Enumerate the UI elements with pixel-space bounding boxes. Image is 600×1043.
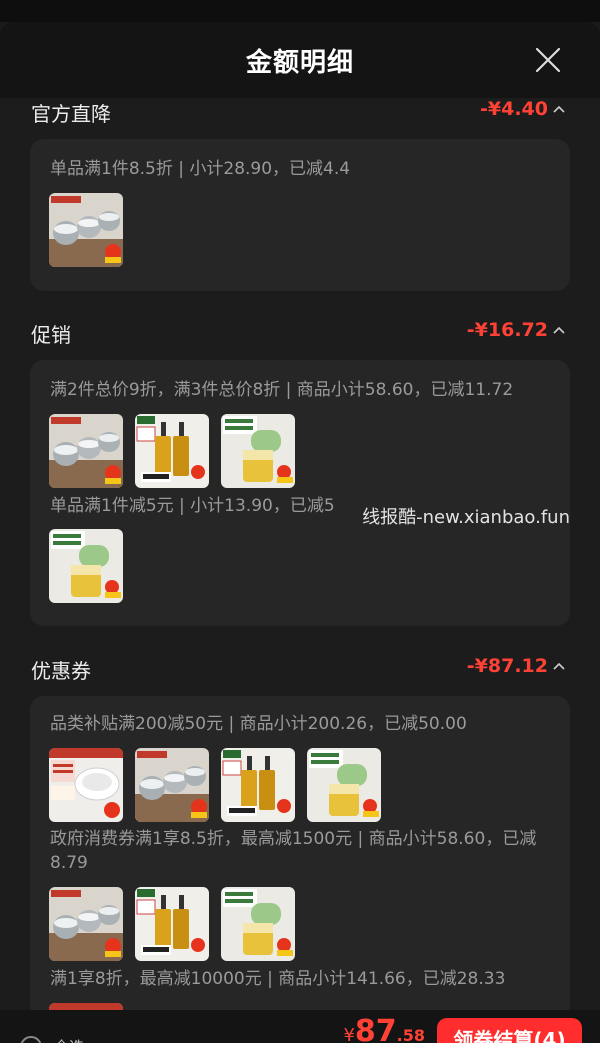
product-thumb-oil-bottles[interactable] — [135, 414, 209, 488]
sheet-title: 金额明细 — [245, 48, 354, 78]
select-all-checkbox[interactable] — [20, 1036, 42, 1043]
product-thumbs — [49, 748, 381, 822]
product-thumbs — [49, 887, 295, 961]
product-thumb-spice-jars[interactable] — [49, 887, 123, 961]
section-amount: -¥16.72 — [466, 319, 548, 341]
product-thumbs — [49, 1003, 123, 1010]
product-thumb-bowl[interactable] — [49, 1003, 123, 1010]
product-thumb-spice-jars[interactable] — [49, 193, 123, 267]
section-name: 促销 — [31, 323, 71, 347]
total-decimal: .58 — [396, 1026, 425, 1043]
chevron-up-icon[interactable] — [552, 104, 566, 114]
section-amount: -¥4.40 — [480, 98, 548, 120]
rule-card: 品类补贴满200减50元 | 商品小计200.26，已减50.00 政府消费券满… — [30, 696, 570, 1010]
section-amount: -¥87.12 — [466, 655, 548, 677]
detail-list: 官方直降 -¥4.40 单品满1件8.5折 | 小计28.90，已减4.4 促销… — [0, 98, 600, 1010]
chevron-up-icon[interactable] — [552, 661, 566, 671]
watermark-text: 线报酷-new.xianbao.fun — [362, 507, 570, 528]
chevron-up-icon[interactable] — [552, 325, 566, 335]
section-header[interactable]: 促销 -¥16.72 — [0, 319, 600, 359]
product-thumb-oil-bottles[interactable] — [135, 887, 209, 961]
rule-card: 单品满1件8.5折 | 小计28.90，已减4.4 — [30, 139, 570, 291]
amount-detail-sheet: 金额明细 官方直降 -¥4.40 单品满1件8.5折 | 小计28.90，已减4… — [0, 22, 600, 1043]
rule-text: 满1享8折，最高减10000元 | 商品小计141.66，已减28.33 — [50, 969, 506, 989]
rule-card: 满2件总价9折，满3件总价8折 | 商品小计58.60，已减11.72 单品满1… — [30, 360, 570, 626]
select-all-label[interactable]: 全选 — [54, 1036, 84, 1043]
product-thumb-oil-sprayer[interactable] — [221, 414, 295, 488]
sheet-header: 金额明细 — [0, 22, 600, 98]
currency-symbol: ¥ — [343, 1025, 355, 1043]
rule-text: 政府消费券满1享8.5折，最高减1500元 | 商品小计58.60，已减8.79 — [50, 829, 537, 873]
checkout-button[interactable]: 领券结算(4) — [437, 1018, 582, 1043]
rule-text: 单品满1件8.5折 | 小计28.90，已减4.4 — [50, 159, 351, 179]
section-header[interactable]: 官方直降 -¥4.40 — [0, 98, 600, 138]
section-official-discount: 官方直降 -¥4.40 单品满1件8.5折 | 小计28.90，已减4.4 — [0, 98, 600, 291]
rule-text: 品类补贴满200减50元 | 商品小计200.26，已减50.00 — [50, 714, 467, 734]
product-thumb-oil-bottles[interactable] — [221, 748, 295, 822]
rule-text: 满2件总价9折，满3件总价8折 | 商品小计58.60，已减11.72 — [50, 380, 514, 400]
product-thumb-spice-jars[interactable] — [49, 414, 123, 488]
product-thumbs — [49, 414, 295, 488]
section-coupons: 优惠券 -¥87.12 品类补贴满200减50元 | 商品小计200.26，已减… — [0, 655, 600, 1010]
checkout-bar: 全选 ¥87.58 领券结算(4) — [0, 1010, 600, 1043]
section-name: 优惠券 — [31, 659, 91, 683]
product-thumbs — [49, 193, 123, 267]
section-promotion: 促销 -¥16.72 满2件总价9折，满3件总价8折 | 商品小计58.60，已… — [0, 319, 600, 626]
product-thumb-bowl[interactable] — [49, 748, 123, 822]
close-icon[interactable] — [534, 46, 562, 74]
section-name: 官方直降 — [31, 102, 111, 126]
product-thumb-spice-jars[interactable] — [135, 748, 209, 822]
product-thumb-oil-sprayer[interactable] — [49, 529, 123, 603]
section-header[interactable]: 优惠券 -¥87.12 — [0, 655, 600, 695]
product-thumbs — [49, 529, 123, 603]
product-thumb-oil-sprayer[interactable] — [221, 887, 295, 961]
product-thumb-oil-sprayer[interactable] — [307, 748, 381, 822]
total-price: ¥87.58 — [343, 1014, 425, 1043]
total-integer: 87 — [354, 1014, 397, 1043]
status-bar-area — [0, 0, 600, 22]
